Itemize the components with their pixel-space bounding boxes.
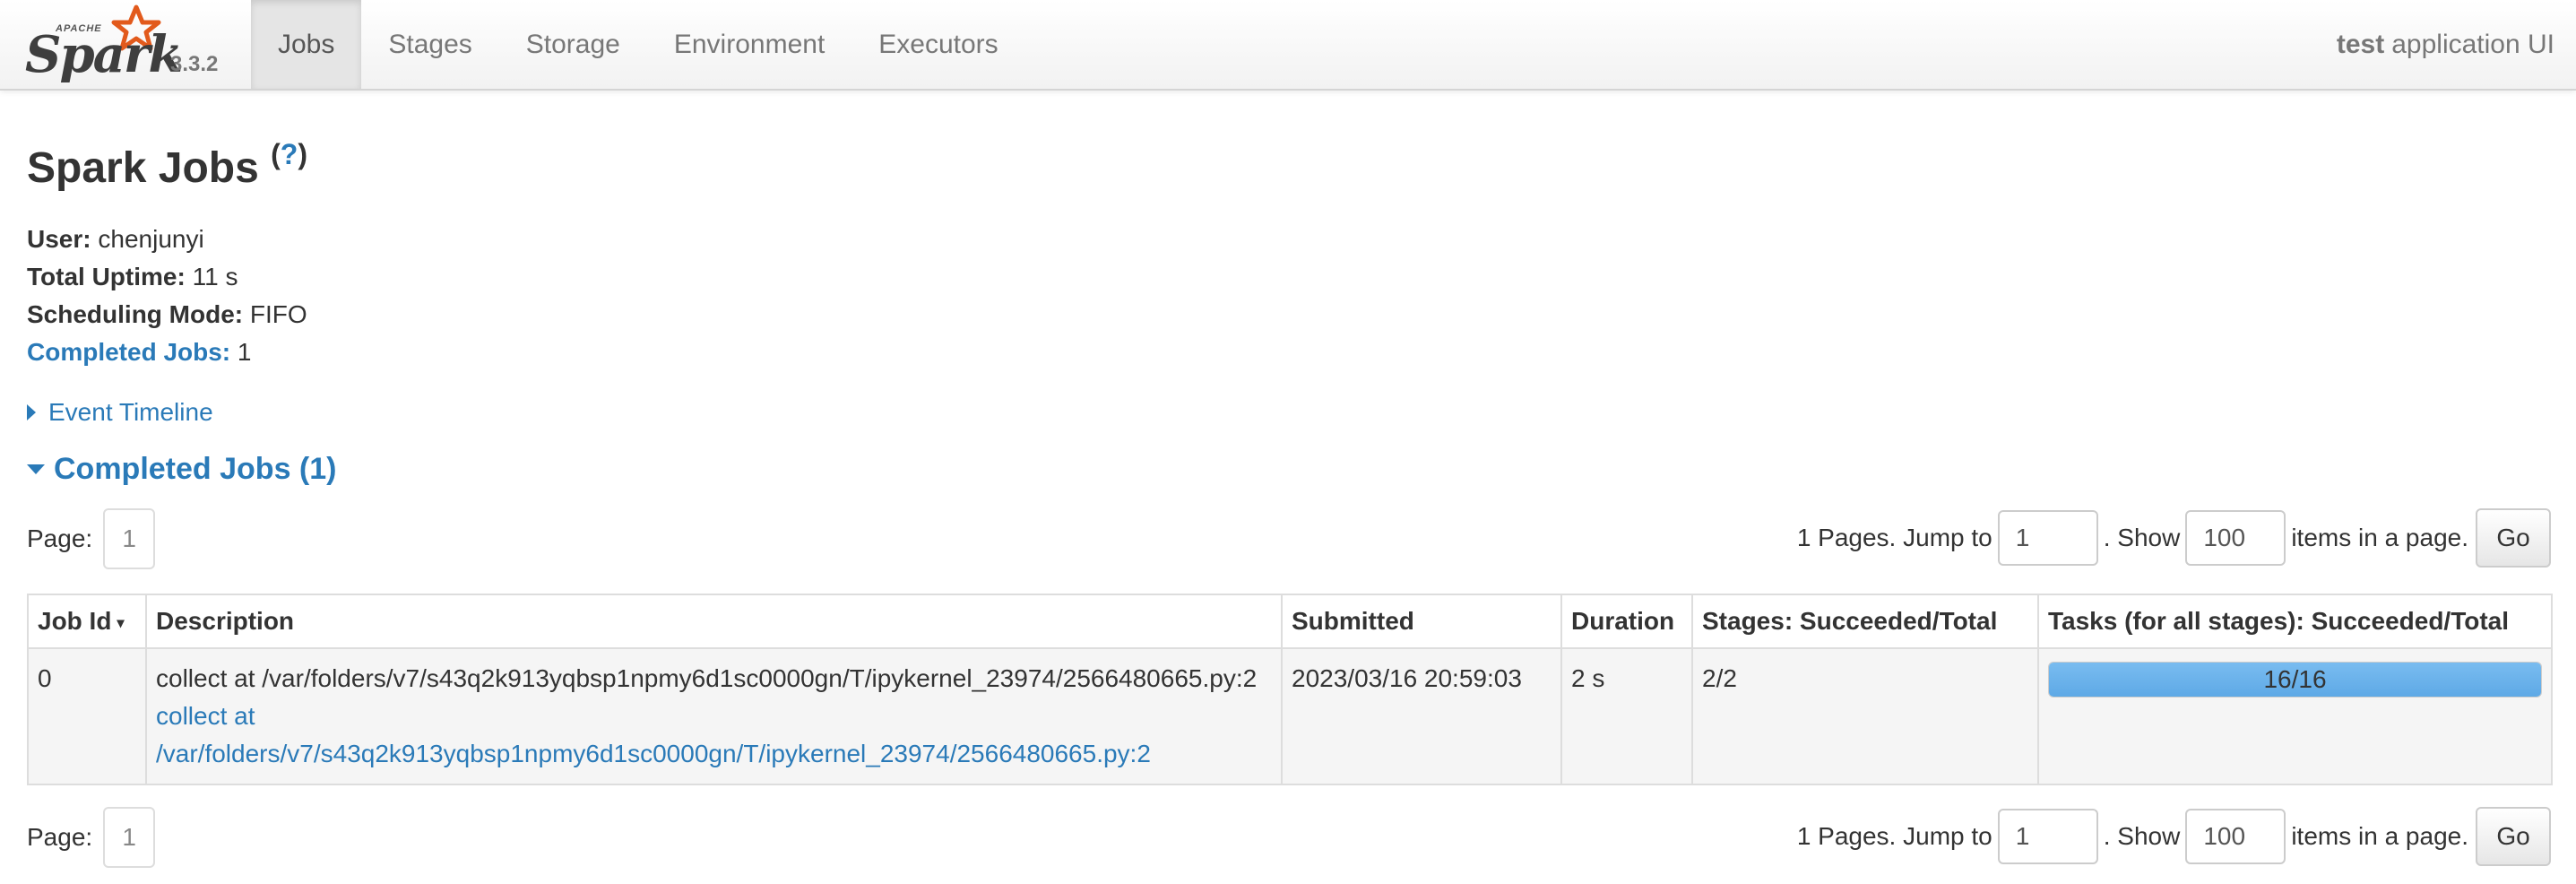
scheduling-mode-value: FIFO <box>249 300 307 328</box>
logo-spark-text: Spark <box>25 25 183 84</box>
cell-duration: 2 s <box>1560 647 1693 785</box>
help-open-paren: ( <box>271 138 281 170</box>
app-name-rest: application UI <box>2391 29 2554 59</box>
page-title: Spark Jobs (?) <box>27 138 307 193</box>
app-name: test application UI <box>2337 0 2554 89</box>
cell-submitted: 2023/03/16 20:59:03 <box>1281 647 1562 785</box>
tab-executors[interactable]: Executors <box>851 0 1024 89</box>
user-label: User: <box>27 225 91 253</box>
jump-to-page-input[interactable] <box>1997 510 2098 566</box>
tasks-progress-label: 16/16 <box>2263 665 2327 693</box>
completed-jobs-label[interactable]: Completed Jobs: <box>27 338 230 366</box>
app-name-bold: test <box>2336 29 2385 59</box>
uptime-label: Total Uptime: <box>27 263 186 290</box>
job-summary: User: chenjunyi Total Uptime: 11 s Sched… <box>27 221 307 371</box>
header-job-id-label: Job Id <box>38 607 112 635</box>
nav-tabs: Jobs Stages Storage Environment Executor… <box>251 0 1025 89</box>
scheduling-mode-label: Scheduling Mode: <box>27 300 244 328</box>
cell-stages: 2/2 <box>1691 647 2039 785</box>
items-per-page-text: items in a page. <box>2291 524 2468 551</box>
summary-user: User: chenjunyi <box>27 221 307 258</box>
jump-to-page-input-bottom[interactable] <box>1997 809 2098 864</box>
header-description[interactable]: Description <box>145 594 1283 649</box>
page-number-button[interactable]: 1 <box>103 508 156 569</box>
pages-jump-text: 1 Pages. Jump to <box>1796 524 1993 551</box>
header-job-id[interactable]: Job Id ▾ <box>27 594 147 649</box>
spark-version: 3.3.2 <box>170 52 219 76</box>
cell-description: collect at /var/folders/v7/s43q2k913yqbs… <box>145 647 1283 785</box>
completed-jobs-table: Job Id ▾ Description Submitted Duration S… <box>27 594 2553 785</box>
go-button-bottom[interactable]: Go <box>2476 807 2551 866</box>
job-detail-link[interactable]: collect at /var/folders/v7/s43q2k913yqbs… <box>156 698 1272 773</box>
help-link[interactable]: (?) <box>271 138 307 170</box>
table-header-row: Job Id ▾ Description Submitted Duration S… <box>27 594 2553 649</box>
pagination-bottom-left: Page: 1 <box>27 807 156 868</box>
table-row: 0 collect at /var/folders/v7/s43q2k913yq… <box>27 647 2553 785</box>
tab-environment[interactable]: Environment <box>647 0 851 89</box>
cell-job-id: 0 <box>27 647 147 785</box>
spark-logo[interactable]: APACHE Spark 3.3.2 <box>23 4 238 84</box>
header-stages[interactable]: Stages: Succeeded/Total <box>1691 594 2039 649</box>
header-duration[interactable]: Duration <box>1560 594 1693 649</box>
header-submitted[interactable]: Submitted <box>1281 594 1562 649</box>
go-button[interactable]: Go <box>2476 508 2551 568</box>
page-size-input-bottom[interactable] <box>2185 809 2286 864</box>
tab-storage[interactable]: Storage <box>499 0 647 89</box>
tab-jobs[interactable]: Jobs <box>251 0 362 89</box>
summary-completed-jobs[interactable]: Completed Jobs: 1 <box>27 334 307 371</box>
user-value: chenjunyi <box>98 225 204 253</box>
event-timeline-toggle[interactable]: Event Timeline <box>27 398 213 427</box>
page-label: Page: <box>27 524 93 552</box>
show-text-bottom: . Show <box>2103 822 2181 850</box>
help-close-paren: ) <box>298 138 307 170</box>
sort-desc-icon: ▾ <box>117 615 125 631</box>
job-detail-link-line-1[interactable]: collect at <box>156 698 1272 735</box>
navbar: APACHE Spark 3.3.2 Jobs Stages Storage E… <box>0 0 2576 91</box>
page-title-text: Spark Jobs <box>27 144 259 192</box>
page-label-bottom: Page: <box>27 823 93 851</box>
tasks-progress-bar: 16/16 <box>2048 662 2542 698</box>
summary-uptime: Total Uptime: 11 s <box>27 258 307 296</box>
pages-jump-text-bottom: 1 Pages. Jump to <box>1796 822 1993 850</box>
description-text: collect at /var/folders/v7/s43q2k913yqbs… <box>156 664 1258 692</box>
items-per-page-text-bottom: items in a page. <box>2291 822 2468 850</box>
completed-jobs-toggle[interactable]: Completed Jobs (1) <box>27 452 336 487</box>
show-text: . Show <box>2103 524 2181 551</box>
header-tasks[interactable]: Tasks (for all stages): Succeeded/Total <box>2037 594 2553 649</box>
completed-jobs-heading: Completed Jobs (1) <box>54 452 337 486</box>
completed-jobs-value: 1 <box>237 338 252 366</box>
arrow-down-icon <box>27 464 45 474</box>
cell-tasks: 16/16 <box>2037 647 2553 785</box>
uptime-value: 11 s <box>192 263 238 290</box>
tab-stages[interactable]: Stages <box>361 0 498 89</box>
pagination-top-right: 1 Pages. Jump to . Show items in a page.… <box>1797 508 2551 568</box>
job-detail-link-line-2[interactable]: /var/folders/v7/s43q2k913yqbsp1npmy6d1sc… <box>156 735 1272 773</box>
pagination-bottom-right: 1 Pages. Jump to . Show items in a page.… <box>1797 807 2551 866</box>
summary-scheduling-mode: Scheduling Mode: FIFO <box>27 296 307 334</box>
page-size-input[interactable] <box>2185 510 2286 566</box>
arrow-right-icon <box>27 403 36 420</box>
help-question-icon[interactable]: ? <box>281 138 298 170</box>
event-timeline-label: Event Timeline <box>48 398 213 426</box>
page-number-button-bottom[interactable]: 1 <box>103 807 156 868</box>
pagination-top-left: Page: 1 <box>27 508 156 569</box>
